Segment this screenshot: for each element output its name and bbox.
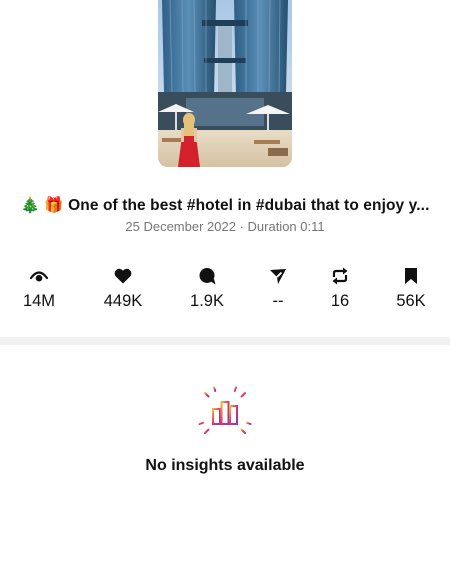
comment-icon [199, 268, 216, 285]
section-divider [0, 337, 450, 345]
stat-saves: 56K [376, 266, 446, 311]
repost-icon [332, 267, 348, 285]
post-meta: 25 December 2022 · Duration 0:11 [125, 219, 325, 234]
post-caption: 🎄 🎁 One of the best #hotel in #dubai tha… [20, 197, 430, 214]
stat-likes: 449K [88, 266, 158, 311]
shares-count: -- [272, 292, 284, 310]
comments-count: 1.9K [190, 292, 224, 310]
saves-count: 56K [396, 292, 426, 310]
insights-empty-state [195, 383, 255, 448]
views-count: 14M [22, 292, 56, 310]
video-thumbnail[interactable] [158, 0, 292, 167]
eye-icon [29, 271, 49, 282]
stat-comments: 1.9K [172, 266, 242, 311]
stats-row: 14M 449K 1.9K -- 16 56K [0, 266, 450, 316]
thumbnail-image [158, 0, 292, 167]
stat-shares: -- [243, 266, 313, 311]
no-insights-message: No insights available [145, 457, 305, 474]
bar-chart-icon [196, 384, 254, 442]
stat-views: 14M [4, 266, 74, 311]
heart-icon [114, 268, 132, 284]
likes-count: 449K [103, 292, 143, 310]
send-icon [270, 269, 286, 284]
reposts-count: 16 [330, 292, 350, 310]
bookmark-icon [405, 268, 417, 284]
stat-reposts: 16 [305, 266, 375, 311]
